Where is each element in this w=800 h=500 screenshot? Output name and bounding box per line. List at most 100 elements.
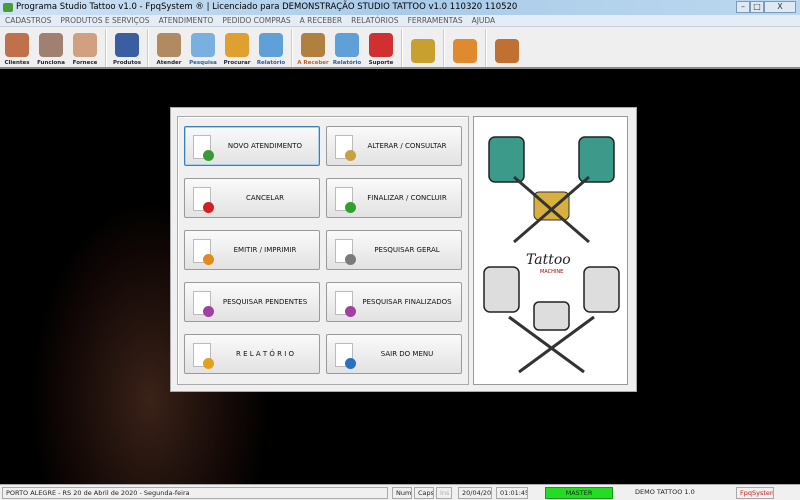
toolbar-label: Clientes (4, 60, 30, 66)
toolbar-label: Fornece (72, 60, 98, 66)
button-label: PESQUISAR GERAL (374, 246, 440, 254)
button-pesquisar-geral[interactable]: PESQUISAR GERAL (326, 230, 462, 270)
printer-icon (259, 33, 283, 57)
button-alterar-consultar[interactable]: ALTERAR / CONSULTAR (326, 126, 462, 166)
logo-text: Tattoo (526, 252, 571, 268)
menu-cadastros[interactable]: CADASTROS (5, 16, 51, 25)
toolbar-label: Funciona (37, 60, 65, 66)
status-ins: Ins (436, 487, 452, 499)
button-sair-do-menu[interactable]: SAIR DO MENU (326, 334, 462, 374)
toolbar-button-calculator[interactable] (448, 27, 482, 69)
support-icon (369, 33, 393, 57)
button-label: NOVO ATENDIMENTO (227, 142, 303, 150)
cancel-document-icon (193, 187, 214, 213)
toolbar-separator (105, 29, 107, 67)
exit-icon (495, 39, 519, 63)
button-finalizar-concluir[interactable]: FINALIZAR / CONCLUIR (326, 178, 462, 218)
toolbar-label: Produtos (112, 60, 142, 66)
toolbar-button-a-receber[interactable]: A Receber (296, 27, 330, 69)
app-icon (3, 3, 13, 12)
toolbar-button-clientes[interactable]: Clientes (0, 27, 34, 69)
toolbar-button-coin[interactable] (406, 27, 440, 69)
button-label: PESQUISAR FINALIZADOS (362, 298, 452, 306)
button-label: CANCELAR (246, 194, 284, 202)
menu-atendimento[interactable]: ATENDIMENTO (159, 16, 214, 25)
report-icon (193, 343, 214, 369)
toolbar-button-pesquisa[interactable]: Pesquisa (186, 27, 220, 69)
button-label: EMITIR / IMPRIMIR (233, 246, 297, 254)
edit-icon (335, 135, 356, 161)
button-label: FINALIZAR / CONCLUIR (367, 194, 447, 202)
toolbar-label: Relatório (332, 60, 362, 66)
button-label: R E L A T Ó R I O (236, 350, 294, 358)
button-cancelar[interactable]: CANCELAR (184, 178, 320, 218)
status-num: Num (392, 487, 412, 499)
menu-bar: CADASTROS PRODUTOS E SERVIÇOS ATENDIMENTO P… (0, 15, 800, 27)
list-icon (115, 33, 139, 57)
toolbar-button-exit[interactable] (490, 27, 524, 69)
status-version: DEMO TATTOO 1.0 (635, 488, 695, 496)
menu-a-receber[interactable]: A RECEBER (300, 16, 343, 25)
person-icon (73, 33, 97, 57)
toolbar-button-atender[interactable]: Atender (152, 27, 186, 69)
toolbar-label: Relatório (256, 60, 286, 66)
money-icon (301, 33, 325, 57)
menu-ferramentas[interactable]: FERRAMENTAS (408, 16, 463, 25)
status-bar: PORTO ALEGRE - RS 20 de Abril de 2020 - … (0, 484, 800, 500)
button-r-e-l-a-t-r-i-o[interactable]: R E L A T Ó R I O (184, 334, 320, 374)
toolbar-button-fornece[interactable]: Fornece (68, 27, 102, 69)
toolbar-separator (401, 29, 403, 67)
toolbar-label: Procurar (223, 60, 251, 66)
toolbar-button-suporte[interactable]: Suporte (364, 27, 398, 69)
check-document-icon (335, 187, 356, 213)
toolbar-button-produtos[interactable]: Produtos (110, 27, 144, 69)
maximize-button[interactable]: □ (750, 1, 764, 13)
toolbar-separator (485, 29, 487, 67)
button-label: PESQUISAR PENDENTES (222, 298, 308, 306)
pending-icon (193, 291, 214, 317)
button-emitir-imprimir[interactable]: EMITIR / IMPRIMIR (184, 230, 320, 270)
menu-produtos-e-servi-os[interactable]: PRODUTOS E SERVIÇOS (60, 16, 149, 25)
status-caps: Caps (414, 487, 434, 499)
calculator-icon (453, 39, 477, 63)
status-location: PORTO ALEGRE - RS 20 de Abril de 2020 - … (2, 487, 388, 499)
status-user: MASTER (545, 487, 613, 499)
toolbar-separator (147, 29, 149, 67)
window-title: Programa Studio Tattoo v1.0 - FpqSystem … (16, 2, 518, 12)
printer-icon (335, 33, 359, 57)
toolbar: Clientes Funciona Fornece Produtos Atender Pe… (0, 27, 800, 69)
search-icon (191, 33, 215, 57)
skull-icon (39, 33, 63, 57)
toolbar-button-procurar[interactable]: Procurar (220, 27, 254, 69)
exit-icon (335, 343, 356, 369)
tattoo-icon (157, 33, 181, 57)
button-label: SAIR DO MENU (380, 350, 434, 358)
toolbar-label: Suporte (368, 60, 394, 66)
main-panel: Tattoo MACHINE NOVO ATENDIMENTO ALTERAR /… (170, 107, 637, 392)
search-icon (335, 239, 356, 265)
button-pesquisar-finalizados[interactable]: PESQUISAR FINALIZADOS (326, 282, 462, 322)
title-bar: Programa Studio Tattoo v1.0 - FpqSystem … (0, 0, 800, 15)
status-time: 01:01:45 (496, 487, 528, 499)
toolbar-button-relat-rio[interactable]: Relatório (330, 27, 364, 69)
people-icon (5, 33, 29, 57)
menu-pedido-compras[interactable]: PEDIDO COMPRAS (222, 16, 290, 25)
button-novo-atendimento[interactable]: NOVO ATENDIMENTO (184, 126, 320, 166)
toolbar-button-funciona[interactable]: Funciona (34, 27, 68, 69)
button-label: ALTERAR / CONSULTAR (367, 142, 447, 150)
folder-icon (225, 33, 249, 57)
toolbar-separator (291, 29, 293, 67)
button-pesquisar-pendentes[interactable]: PESQUISAR PENDENTES (184, 282, 320, 322)
status-date: 20/04/20 (458, 487, 492, 499)
status-brand: FpqSystem (736, 487, 774, 499)
menu-ajuda[interactable]: AJUDA (472, 16, 496, 25)
toolbar-label: Atender (156, 60, 182, 66)
close-button[interactable]: X (764, 1, 796, 13)
toolbar-separator (443, 29, 445, 67)
menu-relat-rios[interactable]: RELATÓRIOS (351, 16, 398, 25)
toolbar-button-relat-rio[interactable]: Relatório (254, 27, 288, 69)
minimize-button[interactable]: – (736, 1, 750, 13)
finished-icon (335, 291, 356, 317)
print-person-icon (193, 239, 214, 265)
new-document-icon (193, 135, 214, 161)
